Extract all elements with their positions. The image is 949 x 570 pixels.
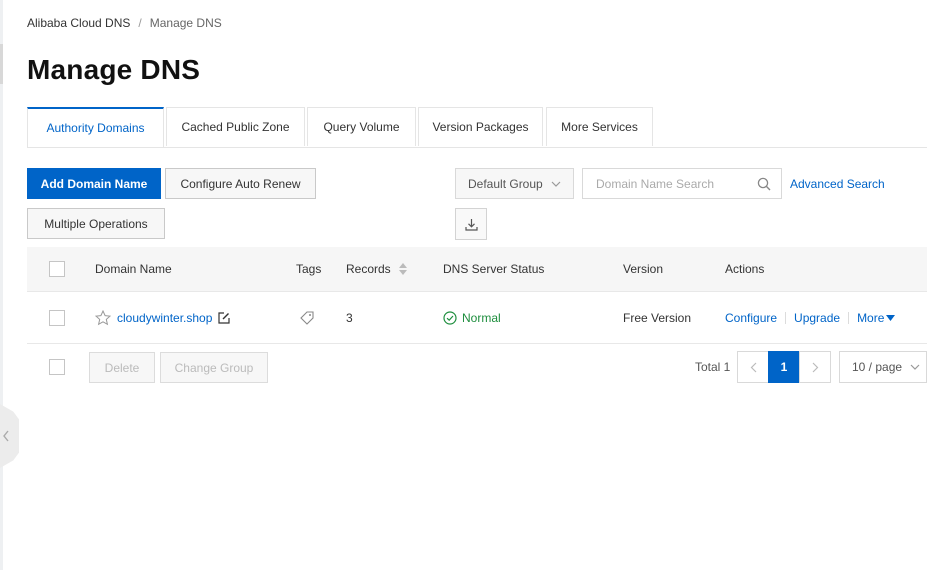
actions-cell: Configure Upgrade More [725,292,896,343]
chevron-left-icon [2,430,9,442]
action-divider [848,311,850,324]
add-domain-name-button[interactable]: Add Domain Name [27,168,161,199]
star-icon[interactable] [95,309,111,326]
group-select-value: Default Group [468,176,543,191]
next-page-button[interactable] [799,351,831,383]
configure-link[interactable]: Configure [725,311,777,325]
footer-select-all-cell [49,359,65,375]
records-header-label: Records [346,262,391,276]
sort-icon[interactable] [398,263,407,275]
records-count: 3 [346,310,353,325]
chevron-down-icon [551,181,561,187]
column-header-version: Version [623,262,664,276]
row-checkbox[interactable] [49,309,65,326]
domain-cell: cloudywinter.shop [95,292,230,343]
tab-version-packages[interactable]: Version Packages [418,107,543,146]
column-header-records[interactable]: Records [346,247,407,291]
tab-label: Query Volume [323,120,400,134]
sidebar-collapse-handle[interactable] [0,404,19,468]
download-icon [464,218,478,231]
total-count: Total 1 [695,360,731,374]
page-size-value: 10 / page [852,360,903,374]
row-select-cell [49,292,65,343]
domain-search-box [582,168,782,199]
left-edge-strip [0,0,3,570]
tags-cell [300,292,314,343]
tab-label: More Services [561,120,638,134]
search-icon[interactable] [757,177,771,191]
tab-label: Version Packages [432,120,529,134]
column-header-status: DNS Server Status [443,262,545,276]
tab-label: Authority Domains [46,121,145,135]
advanced-search-link[interactable]: Advanced Search [790,177,885,191]
domain-table: Domain Name Tags Records DNS Server Stat… [27,247,927,344]
page-title: Manage DNS [27,54,201,85]
export-button[interactable] [455,208,487,240]
domain-name-link[interactable]: cloudywinter.shop [117,311,212,325]
table-row: cloudywinter.shop 3 Normal Free Version … [27,292,927,344]
tab-more-services[interactable]: More Services [546,107,653,146]
more-dropdown[interactable]: More [857,310,896,325]
caret-down-icon [886,314,896,321]
check-circle-icon [443,310,457,325]
action-divider [785,311,787,324]
breadcrumb-separator: / [138,16,142,30]
breadcrumb: Alibaba Cloud DNS / Manage DNS [27,16,222,30]
delete-button[interactable]: Delete [89,352,155,383]
tag-icon[interactable] [300,310,314,325]
edit-icon[interactable] [218,311,230,324]
page-size-select[interactable]: 10 / page [839,351,927,383]
tab-bar: Authority Domains Cached Public Zone Que… [27,107,927,148]
domain-search-input[interactable] [594,175,757,192]
breadcrumb-current: Manage DNS [149,16,222,30]
page-number-button[interactable]: 1 [768,351,800,383]
table-header: Domain Name Tags Records DNS Server Stat… [27,247,927,292]
upgrade-link[interactable]: Upgrade [794,311,840,325]
tab-query-volume[interactable]: Query Volume [307,107,416,146]
table-footer: Delete Change Group Total 1 1 10 / page [27,343,927,393]
chevron-right-icon [812,362,818,372]
column-header-actions: Actions [725,262,765,276]
version-cell: Free Version [623,310,692,325]
dns-status-cell: Normal [443,292,501,343]
chevron-left-icon [750,362,756,372]
tab-label: Cached Public Zone [181,120,290,134]
chevron-down-icon [910,364,920,370]
column-header-tags: Tags [296,262,322,276]
column-header-domain: Domain Name [95,262,172,276]
change-group-button[interactable]: Change Group [160,352,268,383]
dns-status-text: Normal [462,310,501,325]
multiple-operations-button[interactable]: Multiple Operations [27,208,165,239]
select-all-cell [49,247,65,291]
configure-auto-renew-button[interactable]: Configure Auto Renew [165,168,316,199]
more-label: More [857,310,885,325]
tab-authority-domains[interactable]: Authority Domains [27,107,164,147]
prev-page-button[interactable] [737,351,769,383]
footer-select-all-checkbox[interactable] [49,359,65,375]
group-select[interactable]: Default Group [455,168,574,199]
breadcrumb-root[interactable]: Alibaba Cloud DNS [27,16,130,30]
tab-cached-public-zone[interactable]: Cached Public Zone [166,107,305,146]
left-edge-marker [0,44,3,84]
select-all-checkbox[interactable] [49,261,65,277]
